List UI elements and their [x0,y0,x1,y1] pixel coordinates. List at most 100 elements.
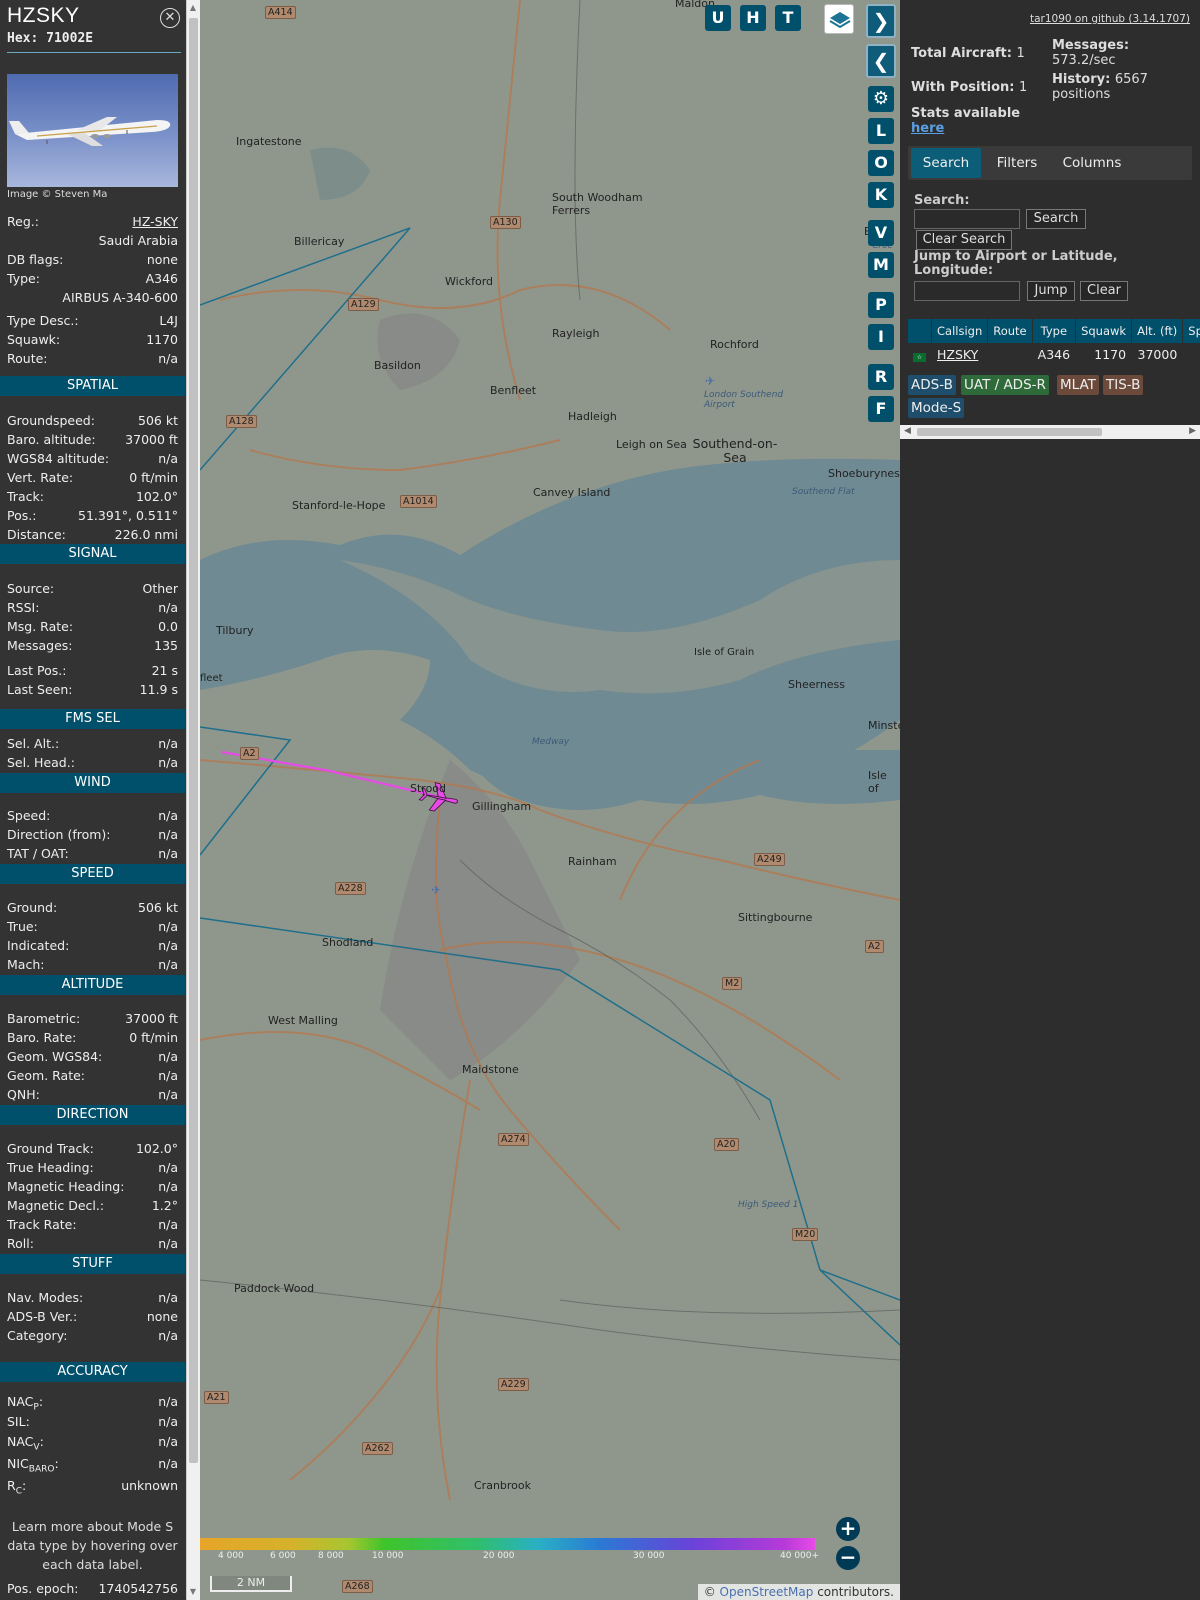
field-label: Sel. Head.: [7,755,75,770]
column-header[interactable]: Spd. [1182,319,1200,343]
expand-panel-button[interactable]: ❯ [866,4,896,38]
plus-icon: + [839,1516,857,1540]
field-label: Pos.: [7,508,37,523]
map-button-f[interactable]: F [868,396,894,422]
place-label: Southend Flat [792,487,855,497]
map-button-t[interactable]: T [775,5,801,31]
section-header-fms: FMS SEL [0,709,185,729]
signal-row: RSSI: n/a [7,600,178,615]
field-value: n/a [158,736,178,751]
aircraft-photo[interactable] [7,74,178,187]
callsign-cell[interactable]: HZSKY [931,343,989,365]
badge-adsb: ADS-B [908,375,956,395]
tab-search[interactable]: Search [911,148,981,178]
zoom-in-button[interactable]: + [836,1517,860,1541]
map-canvas[interactable]: ✈ ✈ Maldon Ingatestone South Woodham Ferre… [200,0,900,1600]
tab-filters[interactable]: Filters [984,148,1050,178]
table-header-row: CallsignRouteTypeSquawkAlt. (ft)Spd. [908,319,1200,343]
github-link[interactable]: tar1090 on github (3.14.1707) [1030,13,1190,25]
place-label: Paddock Wood [234,1282,315,1295]
map-button-m[interactable]: M [868,252,894,278]
place-label: Shoeburyness [828,467,900,480]
section-header-signal: SIGNAL [0,544,185,564]
field-label: Baro. Rate: [7,1030,77,1045]
stuff-row: ADS-B Ver.: none [7,1309,178,1324]
jump-button[interactable]: Jump [1027,281,1075,301]
section-header-spatial: SPATIAL [0,376,185,396]
table-row[interactable]: ☆ HZSKY A346 1170 37000 [908,343,1200,365]
scrollbar-thumb[interactable] [917,428,1102,436]
field-label: Msg. Rate: [7,619,74,634]
speed-row: Ground: 506 kt [7,900,178,915]
column-header[interactable]: Route [987,319,1033,343]
spatial-row: Pos.: 51.391°, 0.511° [7,508,178,523]
field-value: n/a [158,1179,178,1194]
direction-row: Roll: n/a [7,1236,178,1251]
field-value: 0 ft/min [129,1030,178,1045]
registration-link[interactable]: HZ-SKY [132,214,178,229]
direction-row: Track Rate: n/a [7,1217,178,1232]
signal-row: Msg. Rate: 0.0 [7,619,178,634]
road-label: M20 [792,1228,819,1241]
spatial-row: Vert. Rate: 0 ft/min [7,470,178,485]
clear-search-button[interactable]: Clear Search [916,230,1012,250]
column-header[interactable]: Type [1032,319,1077,343]
with-position: With Position: 1 [911,80,1028,95]
speed-row: Indicated: n/a [7,938,178,953]
info-scrollbar[interactable]: ▲ ▼ [186,0,200,1600]
search-button[interactable]: Search [1026,209,1086,229]
close-icon[interactable]: ✕ [160,8,180,28]
layers-icon[interactable] [824,4,854,34]
speed-row: Mach: n/a [7,957,178,972]
place-label: Canvey Island [533,486,611,499]
field-label: Vert. Rate: [7,470,74,485]
nacv-row: NACV: n/a [7,1434,178,1453]
column-header[interactable]: Squawk [1075,319,1133,343]
search-input[interactable] [914,209,1020,229]
osm-link[interactable]: OpenStreetMap [720,1585,814,1599]
field-value: n/a [158,1290,178,1305]
field-label: TAT / OAT: [7,846,69,861]
scale-bar: 2 NM [210,1576,292,1592]
field-label: Ground Track: [7,1141,94,1156]
stats-available: Stats available [911,106,1021,121]
search-label: Search: [914,193,970,208]
map-button-u[interactable]: U [705,5,731,31]
field-value: 37000 ft [125,1011,178,1026]
map-button-v[interactable]: V [868,220,894,246]
chevron-left-icon: ❮ [872,49,890,73]
info-scrollbar-thumb[interactable] [189,18,198,1463]
stats-link[interactable]: here [911,121,944,136]
pos-epoch-row: Pos. epoch: 1740542756 [7,1581,178,1596]
field-label: Nav. Modes: [7,1290,84,1305]
jump-input[interactable] [914,281,1020,301]
field-value: n/a [158,600,178,615]
column-header[interactable]: Alt. (ft) [1131,319,1184,343]
column-header[interactable] [908,319,932,343]
place-label: Ingatestone [236,135,302,148]
settings-button[interactable]: ⚙ [868,86,894,112]
clear-button[interactable]: Clear [1080,281,1128,301]
map-button-h[interactable]: H [740,5,766,31]
field-label: Ground: [7,900,58,915]
field-value: 11.9 s [139,682,178,697]
altitude-row: Barometric: 37000 ft [7,1011,178,1026]
type-desc-row: Type Desc.: L4J [7,313,178,328]
zoom-out-button[interactable]: − [836,1546,860,1570]
field-label: True: [7,919,38,934]
collapse-panel-button[interactable]: ❮ [866,44,896,78]
map-button-p[interactable]: P [868,292,894,318]
field-label: QNH: [7,1087,40,1102]
map-button-r[interactable]: R [868,364,894,390]
road-label: A2 [865,940,884,953]
map-button-k[interactable]: K [868,182,894,208]
table-horizontal-scrollbar[interactable]: ◀ ▶ [900,425,1200,439]
tab-columns[interactable]: Columns [1053,148,1131,178]
map-button-i[interactable]: I [868,324,894,350]
legend-tick-label: 4 000 [218,1551,244,1561]
column-header[interactable]: Callsign [931,319,989,343]
map-button-l[interactable]: L [868,118,894,144]
map-button-o[interactable]: O [868,150,894,176]
field-value: 102.0° [135,1141,178,1156]
spatial-row: Distance: 226.0 nmi [7,527,178,542]
